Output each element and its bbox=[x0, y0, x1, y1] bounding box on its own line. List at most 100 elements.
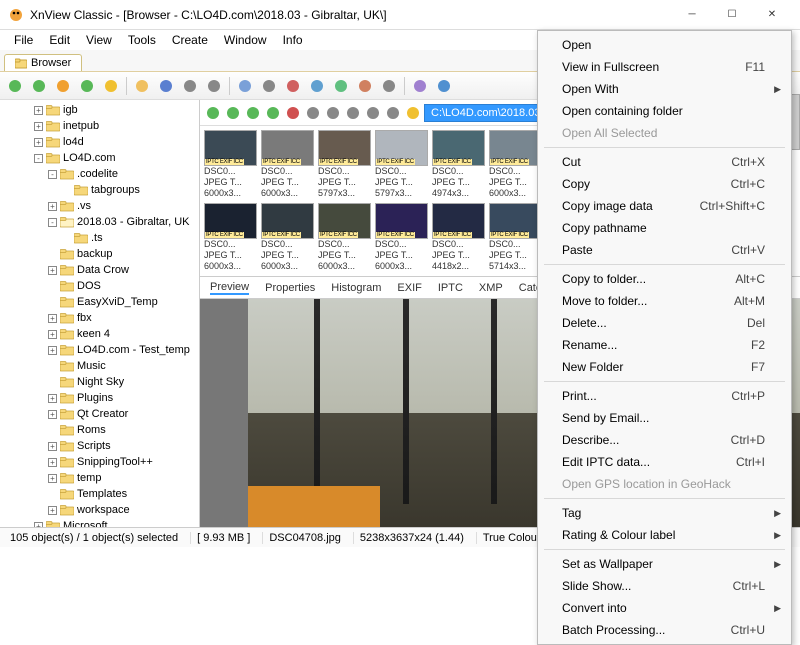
mini-view-icon[interactable] bbox=[304, 104, 322, 122]
expand-icon[interactable]: + bbox=[48, 442, 57, 451]
expand-icon[interactable]: + bbox=[48, 330, 57, 339]
ctx-open-containing-folder[interactable]: Open containing folder bbox=[540, 100, 789, 122]
mini-filter-icon[interactable] bbox=[344, 104, 362, 122]
expand-icon[interactable]: + bbox=[48, 394, 57, 403]
tree-item[interactable]: +Data Crow bbox=[0, 262, 199, 278]
scanner-icon[interactable] bbox=[234, 75, 256, 97]
tree-item[interactable]: Roms bbox=[0, 422, 199, 438]
preview-tab-properties[interactable]: Properties bbox=[265, 282, 315, 294]
collapse-icon[interactable]: - bbox=[34, 154, 43, 163]
expand-icon[interactable]: + bbox=[48, 410, 57, 419]
help-icon[interactable] bbox=[433, 75, 455, 97]
mini-refresh-icon[interactable] bbox=[264, 104, 282, 122]
capture-icon[interactable] bbox=[354, 75, 376, 97]
ctx-move-to-folder[interactable]: Move to folder...Alt+M bbox=[540, 290, 789, 312]
thumbnail-item[interactable]: IPTC EXIF ICCDSC0...JPEG T...5714x3... bbox=[489, 203, 542, 272]
expand-icon[interactable]: + bbox=[34, 138, 43, 147]
up-icon[interactable] bbox=[52, 75, 74, 97]
thumbnail-item[interactable]: IPTC EXIF ICCDSC0...JPEG T...6000x3... bbox=[204, 130, 257, 199]
expand-icon[interactable]: + bbox=[34, 106, 43, 115]
tree-item[interactable]: +Plugins bbox=[0, 390, 199, 406]
collapse-icon[interactable]: - bbox=[48, 170, 57, 179]
preview-tab-xmp[interactable]: XMP bbox=[479, 282, 503, 294]
maximize-button[interactable]: ☐ bbox=[712, 3, 752, 27]
tree-item[interactable]: backup bbox=[0, 246, 199, 262]
mini-forward-icon[interactable] bbox=[224, 104, 242, 122]
search-icon[interactable] bbox=[258, 75, 280, 97]
thumbnail-item[interactable]: IPTC EXIF ICCDSC0...JPEG T...5797x3... bbox=[318, 130, 371, 199]
ctx-new-folder[interactable]: New FolderF7 bbox=[540, 356, 789, 378]
options-icon[interactable] bbox=[409, 75, 431, 97]
thumbnail-item[interactable]: IPTC EXIF ICCDSC0...JPEG T...4418x2... bbox=[432, 203, 485, 272]
tree-item[interactable]: +inetpub bbox=[0, 118, 199, 134]
tree-item[interactable]: .ts bbox=[0, 230, 199, 246]
thumbnail-item[interactable]: IPTC EXIF ICCDSC0...JPEG T...6000x3... bbox=[318, 203, 371, 272]
expand-icon[interactable]: + bbox=[34, 122, 43, 131]
menu-file[interactable]: File bbox=[6, 31, 41, 49]
tree-item[interactable]: -LO4D.com bbox=[0, 150, 199, 166]
ctx-copy[interactable]: CopyCtrl+C bbox=[540, 173, 789, 195]
refresh-icon[interactable] bbox=[76, 75, 98, 97]
tree-item[interactable]: +lo4d bbox=[0, 134, 199, 150]
ctx-copy-to-folder[interactable]: Copy to folder...Alt+C bbox=[540, 268, 789, 290]
browser-tab[interactable]: Browser bbox=[4, 54, 82, 71]
ctx-open[interactable]: Open bbox=[540, 34, 789, 56]
mini-delete-icon[interactable] bbox=[284, 104, 302, 122]
mini-back-icon[interactable] bbox=[204, 104, 222, 122]
ctx-batch-processing[interactable]: Batch Processing...Ctrl+U bbox=[540, 619, 789, 641]
back-icon[interactable] bbox=[4, 75, 26, 97]
mini-sort-icon[interactable] bbox=[324, 104, 342, 122]
crop-icon[interactable] bbox=[282, 75, 304, 97]
webexport-icon[interactable] bbox=[330, 75, 352, 97]
ctx-delete[interactable]: Delete...Del bbox=[540, 312, 789, 334]
menu-edit[interactable]: Edit bbox=[41, 31, 78, 49]
tree-item[interactable]: +fbx bbox=[0, 310, 199, 326]
close-button[interactable]: ✕ bbox=[752, 3, 792, 27]
thumbnail-item[interactable]: IPTC EXIF ICCDSC0...JPEG T...6000x3... bbox=[204, 203, 257, 272]
ctx-rating-colour-label[interactable]: Rating & Colour label▶ bbox=[540, 524, 789, 546]
tree-item[interactable]: +keen 4 bbox=[0, 326, 199, 342]
preview-tab-iptc[interactable]: IPTC bbox=[438, 282, 463, 294]
ctx-slide-show[interactable]: Slide Show...Ctrl+L bbox=[540, 575, 789, 597]
ctx-view-in-fullscreen[interactable]: View in FullscreenF11 bbox=[540, 56, 789, 78]
tree-item[interactable]: +Qt Creator bbox=[0, 406, 199, 422]
tree-item[interactable]: tabgroups bbox=[0, 182, 199, 198]
expand-icon[interactable]: + bbox=[48, 266, 57, 275]
tree-item[interactable]: +temp bbox=[0, 470, 199, 486]
favorite-icon[interactable] bbox=[100, 75, 122, 97]
mini-display-icon[interactable] bbox=[364, 104, 382, 122]
ctx-tag[interactable]: Tag▶ bbox=[540, 502, 789, 524]
thumbnail-item[interactable]: IPTC EXIF ICCDSC0...JPEG T...6000x3... bbox=[261, 130, 314, 199]
tree-item[interactable]: +LO4D.com - Test_temp bbox=[0, 342, 199, 358]
mini-thumb-icon[interactable] bbox=[384, 104, 402, 122]
expand-icon[interactable]: + bbox=[48, 474, 57, 483]
tree-item[interactable]: Music bbox=[0, 358, 199, 374]
open-icon[interactable] bbox=[131, 75, 153, 97]
tree-item[interactable]: +workspace bbox=[0, 502, 199, 518]
tree-item[interactable]: +igb bbox=[0, 102, 199, 118]
ctx-set-as-wallpaper[interactable]: Set as Wallpaper▶ bbox=[540, 553, 789, 575]
slideshow-icon[interactable] bbox=[306, 75, 328, 97]
mini-star-icon[interactable] bbox=[404, 104, 422, 122]
tree-item[interactable]: +SnippingTool++ bbox=[0, 454, 199, 470]
hexview-icon[interactable] bbox=[378, 75, 400, 97]
print-icon[interactable] bbox=[179, 75, 201, 97]
expand-icon[interactable]: + bbox=[48, 506, 57, 515]
ctx-convert-into[interactable]: Convert into▶ bbox=[540, 597, 789, 619]
save-icon[interactable] bbox=[155, 75, 177, 97]
preview-tab-exif[interactable]: EXIF bbox=[397, 282, 421, 294]
collapse-icon[interactable]: - bbox=[48, 218, 57, 227]
ctx-rename[interactable]: Rename...F2 bbox=[540, 334, 789, 356]
forward-icon[interactable] bbox=[28, 75, 50, 97]
menu-create[interactable]: Create bbox=[164, 31, 216, 49]
thumbnail-item[interactable]: IPTC EXIF ICCDSC0...JPEG T...6000x3... bbox=[261, 203, 314, 272]
tree-item[interactable]: Night Sky bbox=[0, 374, 199, 390]
thumbnail-item[interactable]: IPTC EXIF ICCDSC0...JPEG T...6000x3... bbox=[375, 203, 428, 272]
expand-icon[interactable]: + bbox=[48, 202, 57, 211]
preview-tab-histogram[interactable]: Histogram bbox=[331, 282, 381, 294]
ctx-describe[interactable]: Describe...Ctrl+D bbox=[540, 429, 789, 451]
ctx-copy-image-data[interactable]: Copy image dataCtrl+Shift+C bbox=[540, 195, 789, 217]
ctx-print[interactable]: Print...Ctrl+P bbox=[540, 385, 789, 407]
ctx-paste[interactable]: PasteCtrl+V bbox=[540, 239, 789, 261]
minimize-button[interactable]: ─ bbox=[672, 3, 712, 27]
